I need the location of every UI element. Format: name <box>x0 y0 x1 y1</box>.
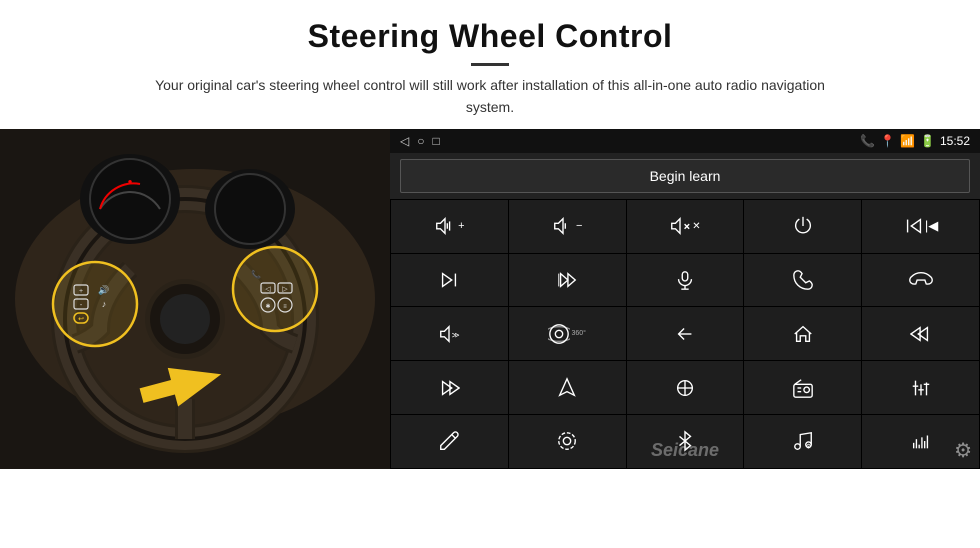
status-nav: ◁ ○ □ <box>400 134 440 148</box>
pen-button[interactable] <box>391 415 508 468</box>
time-display: 15:52 <box>940 134 970 148</box>
vol-up-button[interactable]: + <box>391 200 508 253</box>
begin-learn-row: Begin learn <box>390 153 980 199</box>
vol-down-button[interactable]: − <box>509 200 626 253</box>
svg-text:▷: ▷ <box>282 286 288 293</box>
back-nav-icon[interactable]: ◁ <box>400 134 409 148</box>
settings-round-button[interactable] <box>509 415 626 468</box>
phone-button[interactable] <box>744 254 861 307</box>
hang-up-button[interactable] <box>862 254 979 307</box>
equalizer-button[interactable] <box>862 361 979 414</box>
ff-skip-button[interactable] <box>509 254 626 307</box>
svg-text:+: + <box>79 288 83 295</box>
svg-text:≫: ≫ <box>452 330 460 339</box>
head-unit: ◁ ○ □ 📞 📍 📶 🔋 15:52 Begin learn <box>390 129 980 469</box>
home-button[interactable] <box>744 307 861 360</box>
next-fast-button[interactable] <box>391 361 508 414</box>
speaker-button[interactable]: ≫ <box>391 307 508 360</box>
gear-icon[interactable]: ⚙ <box>954 438 972 463</box>
phone-icon: 📞 <box>860 134 875 148</box>
power-button[interactable] <box>744 200 861 253</box>
status-bar: ◁ ○ □ 📞 📍 📶 🔋 15:52 <box>390 129 980 153</box>
car-background: + - 🔊 ♪ ↩ 📞 ◁ ▷ ✱ <box>0 129 390 469</box>
navigation-button[interactable] <box>509 361 626 414</box>
svg-text:◁: ◁ <box>265 286 271 293</box>
next-track-button[interactable] <box>391 254 508 307</box>
camera-360-button[interactable]: 360° <box>509 307 626 360</box>
icon-grid: + − ✕ |◀ <box>390 199 980 469</box>
recent-nav-icon[interactable]: □ <box>432 134 439 148</box>
svg-text:⚙: ⚙ <box>805 444 811 451</box>
radio-button[interactable] <box>744 361 861 414</box>
page-title: Steering Wheel Control <box>40 18 940 55</box>
back-button[interactable] <box>627 307 744 360</box>
svg-text:♪: ♪ <box>102 299 107 309</box>
mute-button[interactable]: ✕ <box>627 200 744 253</box>
content-section: + - 🔊 ♪ ↩ 📞 ◁ ▷ ✱ <box>0 129 980 548</box>
bluetooth-button[interactable] <box>627 415 744 468</box>
title-divider <box>471 63 509 66</box>
svg-text:📞: 📞 <box>251 269 261 279</box>
source-button[interactable] <box>627 361 744 414</box>
svg-text:✱: ✱ <box>265 303 270 310</box>
car-image-area: + - 🔊 ♪ ↩ 📞 ◁ ▷ ✱ <box>0 129 390 469</box>
header-section: Steering Wheel Control Your original car… <box>0 0 980 129</box>
subtitle: Your original car's steering wheel contr… <box>140 74 840 119</box>
rewind-button[interactable] <box>862 307 979 360</box>
location-icon: 📍 <box>880 134 895 148</box>
page-wrapper: Steering Wheel Control Your original car… <box>0 0 980 548</box>
home-nav-icon[interactable]: ○ <box>417 134 424 148</box>
begin-learn-button[interactable]: Begin learn <box>400 159 970 193</box>
mic-button[interactable] <box>627 254 744 307</box>
status-indicators: 📞 📍 📶 🔋 15:52 <box>860 134 970 148</box>
wifi-icon: 📶 <box>900 134 915 148</box>
steering-wheel-svg: + - 🔊 ♪ ↩ 📞 ◁ ▷ ✱ <box>0 129 390 469</box>
battery-icon: 🔋 <box>920 134 935 148</box>
music-button[interactable]: ⚙ <box>744 415 861 468</box>
svg-text:🔊: 🔊 <box>98 284 109 296</box>
svg-text:↩: ↩ <box>78 316 84 323</box>
svg-text:≡: ≡ <box>283 304 287 310</box>
prev-skip-button[interactable]: |◀ <box>862 200 979 253</box>
